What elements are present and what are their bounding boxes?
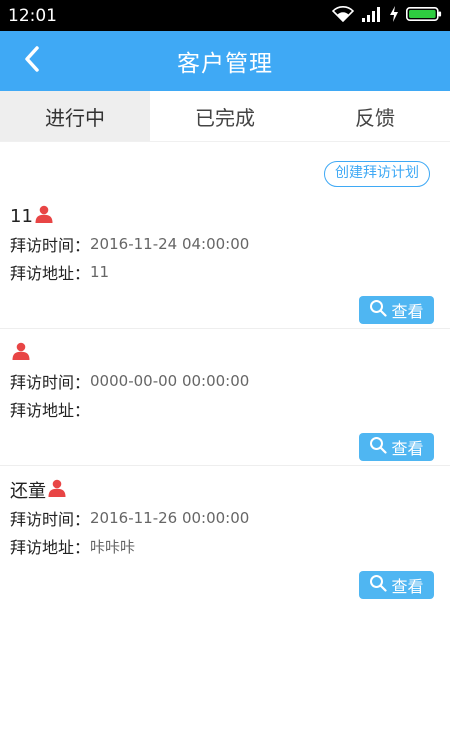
visit-address-label: 拜访地址： bbox=[10, 538, 91, 557]
visit-time-label: 拜访时间： bbox=[10, 373, 91, 392]
action-row: 创建拜访计划 bbox=[0, 142, 450, 192]
signal-icon bbox=[362, 6, 382, 26]
visit-address-label: 拜访地址： bbox=[10, 401, 91, 420]
tab-label: 反馈 bbox=[355, 105, 395, 130]
visit-address-row: 拜访地址： 11 bbox=[10, 258, 440, 286]
status-bar: 12:01 bbox=[0, 0, 450, 31]
visit-address-row: 拜访地址： 咔咔咔 bbox=[10, 532, 440, 560]
charging-icon bbox=[390, 5, 398, 26]
visit-address-value: 11 bbox=[90, 263, 110, 281]
battery-icon bbox=[406, 6, 442, 26]
view-button[interactable]: 查看 bbox=[359, 433, 434, 461]
visit-time-value: 2016-11-26 00:00:00 bbox=[90, 509, 250, 527]
create-visit-plan-button[interactable]: 创建拜访计划 bbox=[324, 161, 430, 187]
status-icons bbox=[331, 5, 442, 26]
wifi-icon bbox=[331, 5, 355, 26]
visit-address-value: 咔咔咔 bbox=[90, 537, 136, 556]
view-button[interactable]: 查看 bbox=[359, 571, 434, 599]
view-button-label: 查看 bbox=[391, 577, 424, 596]
person-icon bbox=[48, 479, 66, 501]
title-bar: 客户管理 bbox=[0, 31, 450, 91]
name-row bbox=[10, 339, 440, 367]
view-button-label: 查看 bbox=[391, 439, 424, 458]
list-item: 拜访时间： 0000-00-00 00:00:00 拜访地址： 查看 bbox=[0, 329, 450, 466]
visit-address-row: 拜访地址： bbox=[10, 395, 440, 423]
list-item: 还童 拜访时间： 2016-11-26 00:00:00 拜访地址： 咔咔咔 查… bbox=[0, 466, 450, 603]
visit-time-label: 拜访时间： bbox=[10, 236, 91, 255]
tab-bar: 进行中 已完成 反馈 bbox=[0, 91, 450, 142]
person-icon bbox=[12, 342, 30, 364]
tab-label: 进行中 bbox=[45, 105, 105, 130]
search-icon bbox=[369, 299, 388, 321]
name-row: 还童 bbox=[10, 476, 440, 504]
visit-address-label: 拜访地址： bbox=[10, 264, 91, 283]
person-icon bbox=[35, 205, 53, 227]
customer-name: 还童 bbox=[10, 481, 46, 502]
customer-name: 11 bbox=[10, 205, 33, 227]
visit-time-row: 拜访时间： 2016-11-24 04:00:00 bbox=[10, 230, 440, 258]
visit-time-value: 0000-00-00 00:00:00 bbox=[90, 372, 250, 390]
visit-time-row: 拜访时间： 0000-00-00 00:00:00 bbox=[10, 367, 440, 395]
tab-feedback[interactable]: 反馈 bbox=[300, 91, 450, 141]
visit-list: 11 拜访时间： 2016-11-24 04:00:00 拜访地址： 11 查看… bbox=[0, 192, 450, 603]
visit-time-value: 2016-11-24 04:00:00 bbox=[90, 235, 250, 253]
search-icon bbox=[369, 574, 388, 596]
status-time: 12:01 bbox=[8, 5, 57, 26]
search-icon bbox=[369, 436, 388, 458]
visit-time-row: 拜访时间： 2016-11-26 00:00:00 bbox=[10, 504, 440, 532]
list-item: 11 拜访时间： 2016-11-24 04:00:00 拜访地址： 11 查看 bbox=[0, 192, 450, 329]
tab-label: 已完成 bbox=[195, 105, 255, 130]
tab-in-progress[interactable]: 进行中 bbox=[0, 91, 150, 141]
name-row: 11 bbox=[10, 202, 440, 230]
visit-time-label: 拜访时间： bbox=[10, 510, 91, 529]
view-button[interactable]: 查看 bbox=[359, 296, 434, 324]
tab-completed[interactable]: 已完成 bbox=[150, 91, 300, 141]
page-title: 客户管理 bbox=[177, 51, 273, 77]
view-button-label: 查看 bbox=[391, 302, 424, 321]
back-button[interactable] bbox=[16, 45, 48, 77]
chevron-left-icon bbox=[22, 45, 42, 77]
